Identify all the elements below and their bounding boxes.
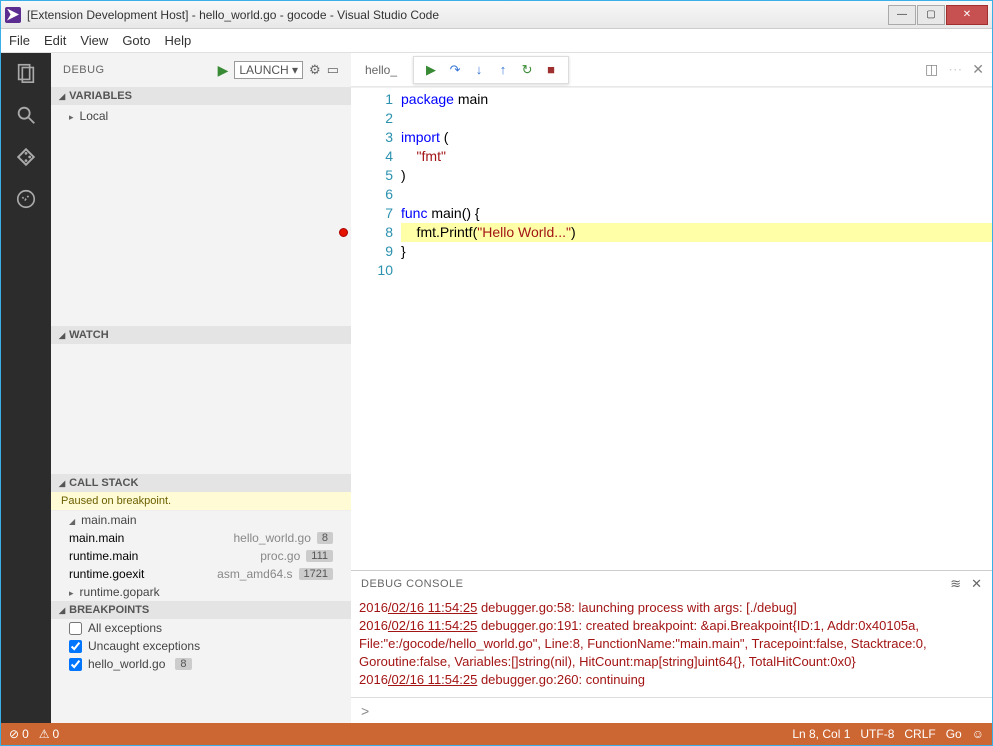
- breakpoint-item[interactable]: hello_world.go8: [51, 655, 351, 673]
- status-language[interactable]: Go: [946, 727, 962, 741]
- debug-toolbar: ▶ ↷ ↓ ↑ ↻ ■: [413, 56, 569, 84]
- breakpoint-checkbox[interactable]: [69, 658, 82, 671]
- editor-area: hello_ ▶ ↷ ↓ ↑ ↻ ■ ◫ ⋯ ✕ 12345678910 pac…: [351, 53, 992, 723]
- code-content[interactable]: package mainimport ( "fmt")func main() {…: [401, 88, 992, 570]
- titlebar: [Extension Development Host] - hello_wor…: [1, 1, 992, 29]
- debug-label: DEBUG: [63, 64, 212, 76]
- launch-config-select[interactable]: Launch ▾: [234, 61, 303, 79]
- stop-button[interactable]: ■: [542, 61, 560, 79]
- maximize-button[interactable]: ▢: [917, 5, 945, 25]
- debug-console-toggle-icon[interactable]: ▭: [327, 62, 339, 78]
- debug-console-panel: DEBUG CONSOLE ≋ ✕ 2016/02/16 11:54:25 de…: [351, 570, 992, 723]
- breakpoint-item[interactable]: Uncaught exceptions: [51, 637, 351, 655]
- section-watch[interactable]: WATCH: [51, 326, 351, 344]
- menu-goto[interactable]: Goto: [122, 33, 150, 48]
- status-encoding[interactable]: UTF-8: [860, 727, 894, 741]
- activity-bar: [1, 53, 51, 723]
- variables-local[interactable]: Local: [51, 107, 351, 125]
- section-callstack[interactable]: CALL STACK: [51, 474, 351, 492]
- line-gutter[interactable]: 12345678910: [351, 88, 401, 570]
- git-icon[interactable]: [14, 145, 38, 169]
- start-debug-button[interactable]: ▶: [218, 62, 229, 79]
- status-feedback-icon[interactable]: ☺: [972, 727, 984, 741]
- menu-help[interactable]: Help: [165, 33, 192, 48]
- stack-frame[interactable]: main.mainhello_world.go8: [51, 529, 351, 547]
- debug-settings-icon[interactable]: ⚙: [309, 62, 321, 78]
- console-output: 2016/02/16 11:54:25 debugger.go:58: laun…: [351, 597, 992, 697]
- debug-icon[interactable]: [14, 187, 38, 211]
- stack-collapsed[interactable]: runtime.gopark: [51, 583, 351, 601]
- menu-view[interactable]: View: [80, 33, 108, 48]
- status-warnings[interactable]: ⚠ 0: [39, 727, 59, 741]
- stack-frame[interactable]: runtime.goexitasm_amd64.s1721: [51, 565, 351, 583]
- console-title: DEBUG CONSOLE: [361, 578, 940, 590]
- stack-thread[interactable]: main.main: [51, 511, 351, 529]
- breakpoint-checkbox[interactable]: [69, 640, 82, 653]
- close-editor-icon[interactable]: ✕: [972, 61, 984, 78]
- console-close-icon[interactable]: ✕: [971, 576, 982, 592]
- step-over-button[interactable]: ↷: [446, 61, 464, 79]
- breakpoint-checkbox[interactable]: [69, 622, 82, 635]
- status-eol[interactable]: CRLF: [904, 727, 935, 741]
- breakpoint-item[interactable]: All exceptions: [51, 619, 351, 637]
- editor-tab[interactable]: hello_: [359, 59, 403, 81]
- minimize-button[interactable]: —: [888, 5, 916, 25]
- section-breakpoints[interactable]: BREAKPOINTS: [51, 601, 351, 619]
- section-variables[interactable]: VARIABLES: [51, 87, 351, 105]
- split-editor-icon[interactable]: ◫: [925, 61, 938, 78]
- console-clear-icon[interactable]: ≋: [950, 576, 961, 592]
- status-position[interactable]: Ln 8, Col 1: [792, 727, 850, 741]
- explorer-icon[interactable]: [14, 61, 38, 85]
- step-out-button[interactable]: ↑: [494, 61, 512, 79]
- restart-button[interactable]: ↻: [518, 61, 536, 79]
- menu-edit[interactable]: Edit: [44, 33, 66, 48]
- step-into-button[interactable]: ↓: [470, 61, 488, 79]
- vscode-icon: [5, 7, 21, 23]
- console-input[interactable]: >: [351, 697, 992, 723]
- stack-frame[interactable]: runtime.mainproc.go111: [51, 547, 351, 565]
- close-button[interactable]: ✕: [946, 5, 988, 25]
- menubar: File Edit View Goto Help: [1, 29, 992, 53]
- menu-file[interactable]: File: [9, 33, 30, 48]
- continue-button[interactable]: ▶: [422, 61, 440, 79]
- window-title: [Extension Development Host] - hello_wor…: [27, 8, 888, 22]
- paused-message: Paused on breakpoint.: [51, 492, 351, 511]
- debug-sidebar: DEBUG ▶ Launch ▾ ⚙ ▭ VARIABLES Local WAT…: [51, 53, 351, 723]
- search-icon[interactable]: [14, 103, 38, 127]
- status-bar: ⊘ 0 ⚠ 0 Ln 8, Col 1 UTF-8 CRLF Go ☺: [1, 723, 992, 745]
- more-actions-icon[interactable]: ⋯: [948, 61, 962, 78]
- status-errors[interactable]: ⊘ 0: [9, 727, 29, 741]
